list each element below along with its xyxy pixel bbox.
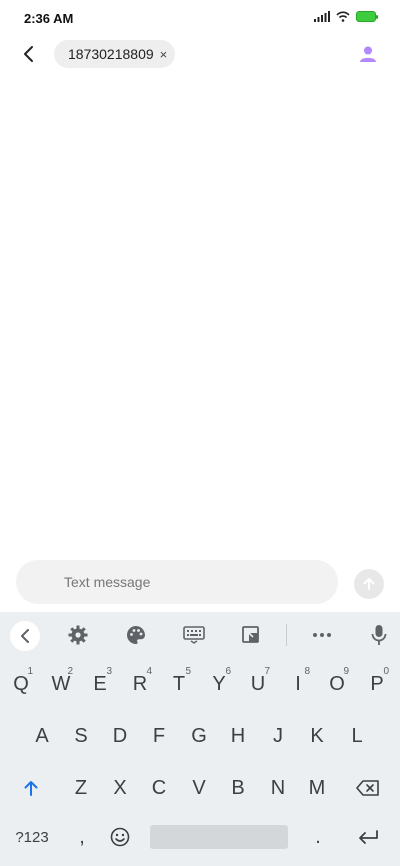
theme-button[interactable] xyxy=(123,622,149,648)
voice-input-button[interactable] xyxy=(366,622,392,648)
key-s[interactable]: S xyxy=(63,716,99,756)
soft-keyboard: Q1 W2 E3 R4 T5 Y6 U7 I8 O9 P0 A S D F G … xyxy=(0,612,400,866)
key-c[interactable]: C xyxy=(141,768,177,808)
message-list[interactable] xyxy=(0,80,400,552)
status-icons xyxy=(314,11,378,22)
message-input[interactable] xyxy=(64,574,338,590)
back-arrow-icon xyxy=(24,46,33,62)
period-key[interactable]: . xyxy=(300,817,336,857)
key-y[interactable]: Y6 xyxy=(201,664,237,704)
keyboard-collapse-button[interactable] xyxy=(10,621,40,651)
key-x[interactable]: X xyxy=(102,768,138,808)
key-z[interactable]: Z xyxy=(63,768,99,808)
enter-key[interactable] xyxy=(350,817,386,857)
key-b[interactable]: B xyxy=(220,768,256,808)
chevron-left-icon xyxy=(21,629,29,643)
remove-recipient-icon[interactable]: × xyxy=(160,48,168,61)
send-button[interactable] xyxy=(354,569,384,599)
key-n[interactable]: N xyxy=(260,768,296,808)
key-t[interactable]: T5 xyxy=(161,664,197,704)
send-arrow-icon xyxy=(363,578,375,590)
microphone-icon xyxy=(371,625,387,645)
status-time: 2:36 AM xyxy=(24,11,74,26)
wifi-icon xyxy=(336,11,350,22)
clipboard-icon xyxy=(242,626,259,643)
key-l[interactable]: L xyxy=(339,716,375,756)
key-w[interactable]: W2 xyxy=(43,664,79,704)
gear-icon xyxy=(68,625,88,645)
backspace-icon xyxy=(356,780,379,796)
settings-button[interactable] xyxy=(65,622,91,648)
more-horizontal-icon xyxy=(313,633,331,637)
shift-arrow-icon xyxy=(24,781,38,796)
palette-icon xyxy=(127,626,145,644)
comma-key[interactable]: , xyxy=(64,817,100,857)
conversation-header: 18730218809 × xyxy=(0,36,400,72)
keyboard-toolbar xyxy=(0,612,400,656)
key-e[interactable]: E3 xyxy=(82,664,118,704)
recipient-number: 18730218809 xyxy=(68,46,154,62)
add-contact-button[interactable] xyxy=(356,42,380,66)
recipient-chip[interactable]: 18730218809 × xyxy=(54,40,176,68)
compose-bar xyxy=(16,560,338,604)
key-r[interactable]: R4 xyxy=(122,664,158,704)
key-o[interactable]: O9 xyxy=(319,664,355,704)
key-k[interactable]: K xyxy=(299,716,335,756)
key-g[interactable]: G xyxy=(181,716,217,756)
clipboard-button[interactable] xyxy=(238,622,264,648)
person-icon xyxy=(360,46,376,62)
key-p[interactable]: P0 xyxy=(359,664,395,704)
toolbar-divider xyxy=(286,624,287,646)
back-button[interactable] xyxy=(14,40,42,68)
keyboard-icon xyxy=(183,626,205,644)
signal-icon xyxy=(314,11,330,22)
key-v[interactable]: V xyxy=(181,768,217,808)
key-m[interactable]: M xyxy=(299,768,335,808)
more-options-button[interactable] xyxy=(309,622,335,648)
status-bar: 2:36 AM xyxy=(0,0,400,36)
key-f[interactable]: F xyxy=(141,716,177,756)
keyboard-layout-button[interactable] xyxy=(181,622,207,648)
key-a[interactable]: A xyxy=(24,716,60,756)
enter-arrow-icon xyxy=(359,830,378,844)
emoji-smile-icon xyxy=(110,827,130,847)
backspace-key[interactable] xyxy=(350,768,386,808)
battery-icon xyxy=(356,11,378,22)
key-q[interactable]: Q1 xyxy=(3,664,39,704)
key-h[interactable]: H xyxy=(220,716,256,756)
key-u[interactable]: U7 xyxy=(240,664,276,704)
key-j[interactable]: J xyxy=(260,716,296,756)
symbols-key[interactable]: ?123 xyxy=(6,817,58,857)
key-i[interactable]: I8 xyxy=(280,664,316,704)
space-key[interactable] xyxy=(150,825,288,849)
shift-key[interactable] xyxy=(13,768,49,808)
key-d[interactable]: D xyxy=(102,716,138,756)
emoji-key[interactable] xyxy=(102,817,138,857)
